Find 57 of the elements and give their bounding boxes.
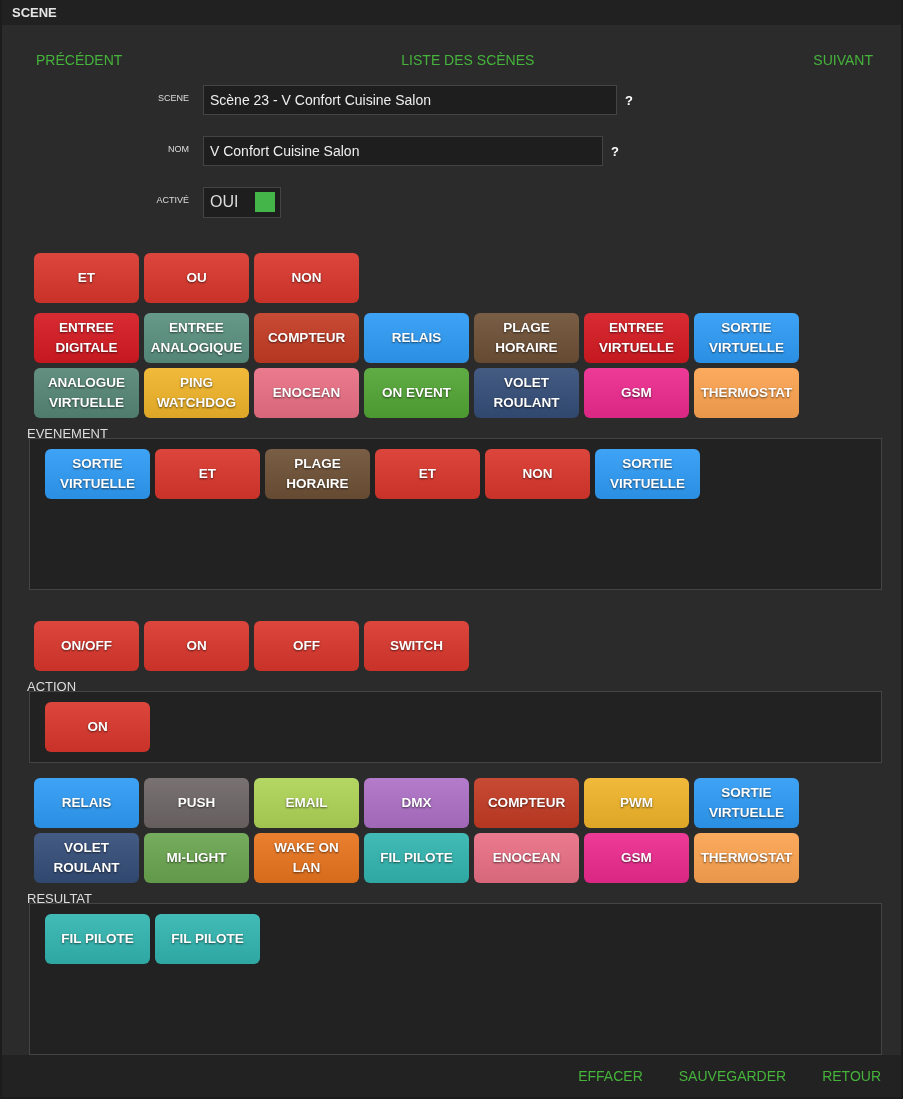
event-block[interactable]: SORTIE VIRTUELLE (595, 449, 700, 499)
help-mark[interactable]: ? (625, 92, 633, 108)
trigger-button[interactable]: ENTREE VIRTUELLE (584, 313, 689, 363)
trigger-button[interactable]: SORTIE VIRTUELLE (694, 313, 799, 363)
output-button[interactable]: FIL PILOTE (364, 833, 469, 883)
logic-button[interactable]: OU (144, 253, 249, 303)
output-button[interactable]: SORTIE VIRTUELLE (694, 778, 799, 828)
previous-link[interactable]: PRÉCÉDENT (36, 52, 123, 85)
footer-link[interactable]: SAUVEGARDER (678, 1068, 787, 1084)
logic-button[interactable]: ET (34, 253, 139, 303)
trigger-button[interactable]: ENOCEAN (254, 368, 359, 418)
action-button[interactable]: ON (144, 621, 249, 671)
trigger-button[interactable]: ENTREE DIGITALE (34, 313, 139, 363)
event-block[interactable]: NON (485, 449, 590, 499)
active-toggle[interactable]: OUI (203, 186, 281, 218)
action-button[interactable]: SWITCH (364, 621, 469, 671)
section-label: EVENEMENT (27, 426, 109, 442)
event-block[interactable]: ET (375, 449, 480, 499)
trigger-button[interactable]: VOLET ROULANT (474, 368, 579, 418)
trigger-button[interactable]: ANALOGUE VIRTUELLE (34, 368, 139, 418)
footer-link[interactable]: RETOUR (822, 1068, 881, 1084)
action-button[interactable]: OFF (254, 621, 359, 671)
event-block[interactable]: ET (155, 449, 260, 499)
action-button[interactable]: ON/OFF (34, 621, 139, 671)
result-block[interactable]: FIL PILOTE (155, 914, 260, 964)
trigger-button[interactable]: PLAGE HORAIRE (474, 313, 579, 363)
trigger-button[interactable]: GSM (584, 368, 689, 418)
scene-list-link[interactable]: LISTE DES SCÈNES (401, 52, 535, 85)
field-label: SCENE (157, 92, 189, 103)
output-button[interactable]: RELAIS (34, 778, 139, 828)
window-title: SCENE (12, 5, 57, 20)
trigger-button[interactable]: RELAIS (364, 313, 469, 363)
result-block[interactable]: FIL PILOTE (45, 914, 150, 964)
event-block[interactable]: SORTIE VIRTUELLE (45, 449, 150, 499)
event-block[interactable]: PLAGE HORAIRE (265, 449, 370, 499)
trigger-button[interactable]: ON EVENT (364, 368, 469, 418)
field-label: NOM (167, 143, 189, 154)
output-button[interactable]: MI-LIGHT (144, 833, 249, 883)
field-label: ACTIVÉ (155, 194, 189, 205)
output-button[interactable]: PUSH (144, 778, 249, 828)
section-label: RESULTAT (27, 891, 93, 907)
trigger-button[interactable]: ENTREE ANALOGIQUE (144, 313, 249, 363)
input-field[interactable]: Scène 23 - V Confort Cuisine Salon (203, 85, 617, 115)
logic-button[interactable]: NON (254, 253, 359, 303)
input-field[interactable]: V Confort Cuisine Salon (203, 136, 603, 166)
trigger-button[interactable]: COMPTEUR (254, 313, 359, 363)
section-label: ACTION (27, 679, 78, 695)
action-block[interactable]: ON (45, 702, 150, 752)
output-button[interactable]: COMPTEUR (474, 778, 579, 828)
output-button[interactable]: VOLET ROULANT (34, 833, 139, 883)
output-button[interactable]: GSM (584, 833, 689, 883)
next-link[interactable]: SUIVANT (813, 52, 873, 85)
footer-link[interactable]: EFFACER (578, 1068, 643, 1084)
output-button[interactable]: ENOCEAN (474, 833, 579, 883)
output-button[interactable]: WAKE ON LAN (254, 833, 359, 883)
help-mark[interactable]: ? (611, 143, 619, 159)
output-button[interactable]: DMX (364, 778, 469, 828)
